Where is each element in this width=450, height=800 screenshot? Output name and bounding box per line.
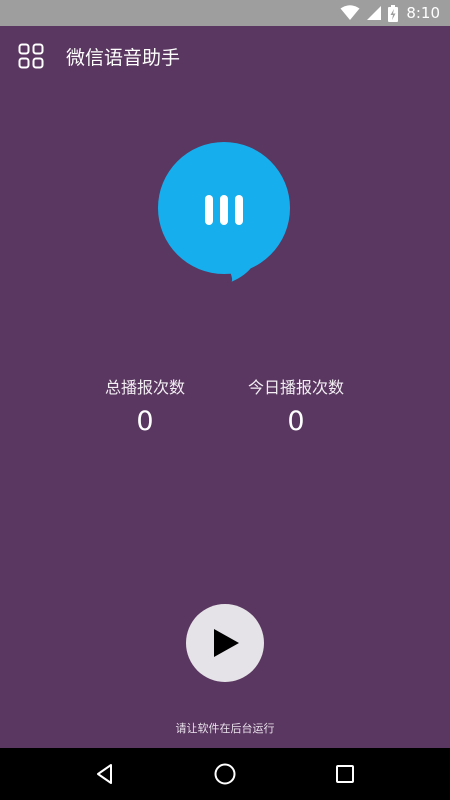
- navigation-bar: [0, 748, 450, 800]
- stat-today-label: 今日播报次数: [247, 378, 344, 397]
- stat-total: 总播报次数 0: [95, 374, 195, 440]
- status-bar: 8:10: [0, 0, 450, 26]
- app-bar: 微信语音助手: [0, 26, 450, 86]
- status-time: 8:10: [406, 4, 440, 22]
- stat-total-value: 0: [136, 406, 154, 437]
- stats-panel: 总播报次数 0 今日播报次数 0: [0, 374, 450, 444]
- play-icon: [214, 629, 239, 657]
- recents-icon: [336, 765, 354, 783]
- background-hint: 请让软件在后台运行: [175, 722, 275, 735]
- app-title: 微信语音助手: [66, 46, 181, 69]
- screen: 8:10 微信语音助手 总播报次数 0 今日播报次数 0 请让软件在后台运行: [0, 0, 450, 800]
- battery-charging-icon: [388, 4, 399, 22]
- nav-back-button[interactable]: [85, 754, 125, 794]
- signal-icon: [366, 5, 382, 21]
- wifi-icon: [340, 5, 360, 21]
- home-icon: [214, 763, 236, 785]
- play-button[interactable]: [186, 604, 264, 682]
- nav-recents-button[interactable]: [325, 754, 365, 794]
- nav-home-button[interactable]: [205, 754, 245, 794]
- voice-bars-icon: [205, 195, 243, 225]
- voice-bubble-button[interactable]: [157, 141, 291, 283]
- grid-menu-icon: [18, 43, 44, 69]
- back-icon: [97, 764, 112, 784]
- menu-button[interactable]: [16, 41, 46, 71]
- stat-today: 今日播报次数 0: [240, 374, 352, 440]
- stat-today-value: 0: [287, 406, 305, 437]
- stat-total-label: 总播报次数: [104, 378, 185, 397]
